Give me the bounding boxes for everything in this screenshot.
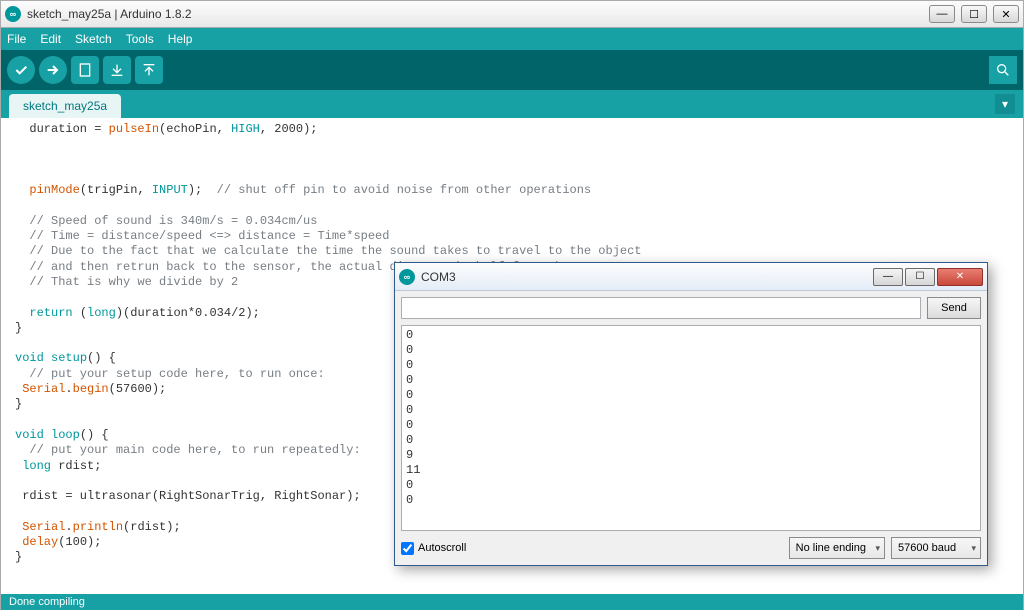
serial-input[interactable] (401, 297, 921, 319)
upload-button[interactable] (39, 56, 67, 84)
open-sketch-button[interactable] (103, 56, 131, 84)
maximize-button[interactable]: ☐ (961, 5, 987, 23)
tab-bar: sketch_may25a ▾ (0, 90, 1024, 118)
autoscroll-input[interactable] (401, 542, 414, 555)
autoscroll-checkbox[interactable]: Autoscroll (401, 542, 466, 555)
serial-input-row: Send (395, 291, 987, 325)
serial-close-button[interactable]: ✕ (937, 268, 983, 286)
serial-titlebar[interactable]: ∞ COM3 — ☐ ✕ (395, 263, 987, 291)
window-controls: — ☐ ✕ (929, 5, 1019, 23)
serial-monitor-window: ∞ COM3 — ☐ ✕ Send 0 0 0 0 0 0 0 0 9 11 0… (394, 262, 988, 566)
menu-tools[interactable]: Tools (126, 32, 154, 46)
verify-button[interactable] (7, 56, 35, 84)
serial-output[interactable]: 0 0 0 0 0 0 0 0 9 11 0 0 (401, 325, 981, 531)
serial-title-text: COM3 (421, 270, 456, 284)
toolbar (0, 50, 1024, 90)
serial-monitor-button[interactable] (989, 56, 1017, 84)
window-title: sketch_may25a | Arduino 1.8.2 (27, 7, 192, 21)
baud-rate-dropdown[interactable]: 57600 baud (891, 537, 981, 559)
save-sketch-button[interactable] (135, 56, 163, 84)
new-sketch-button[interactable] (71, 56, 99, 84)
autoscroll-label: Autoscroll (418, 542, 466, 554)
menu-edit[interactable]: Edit (40, 32, 61, 46)
menu-help[interactable]: Help (168, 32, 193, 46)
minimize-button[interactable]: — (929, 5, 955, 23)
serial-send-button[interactable]: Send (927, 297, 981, 319)
main-window-titlebar: ∞ sketch_may25a | Arduino 1.8.2 — ☐ ✕ (0, 0, 1024, 28)
sketch-tab[interactable]: sketch_may25a (9, 94, 121, 118)
serial-window-controls: — ☐ ✕ (871, 268, 983, 286)
status-bar: Done compiling (0, 594, 1024, 610)
menu-file[interactable]: File (7, 32, 26, 46)
serial-bottom-bar: Autoscroll No line ending 57600 baud (395, 531, 987, 565)
serial-minimize-button[interactable]: — (873, 268, 903, 286)
close-button[interactable]: ✕ (993, 5, 1019, 23)
tab-menu-button[interactable]: ▾ (995, 94, 1015, 114)
arduino-icon: ∞ (399, 269, 415, 285)
status-text: Done compiling (9, 596, 85, 608)
menu-sketch[interactable]: Sketch (75, 32, 112, 46)
serial-maximize-button[interactable]: ☐ (905, 268, 935, 286)
line-ending-dropdown[interactable]: No line ending (789, 537, 885, 559)
menubar: File Edit Sketch Tools Help (0, 28, 1024, 50)
arduino-icon: ∞ (5, 6, 21, 22)
